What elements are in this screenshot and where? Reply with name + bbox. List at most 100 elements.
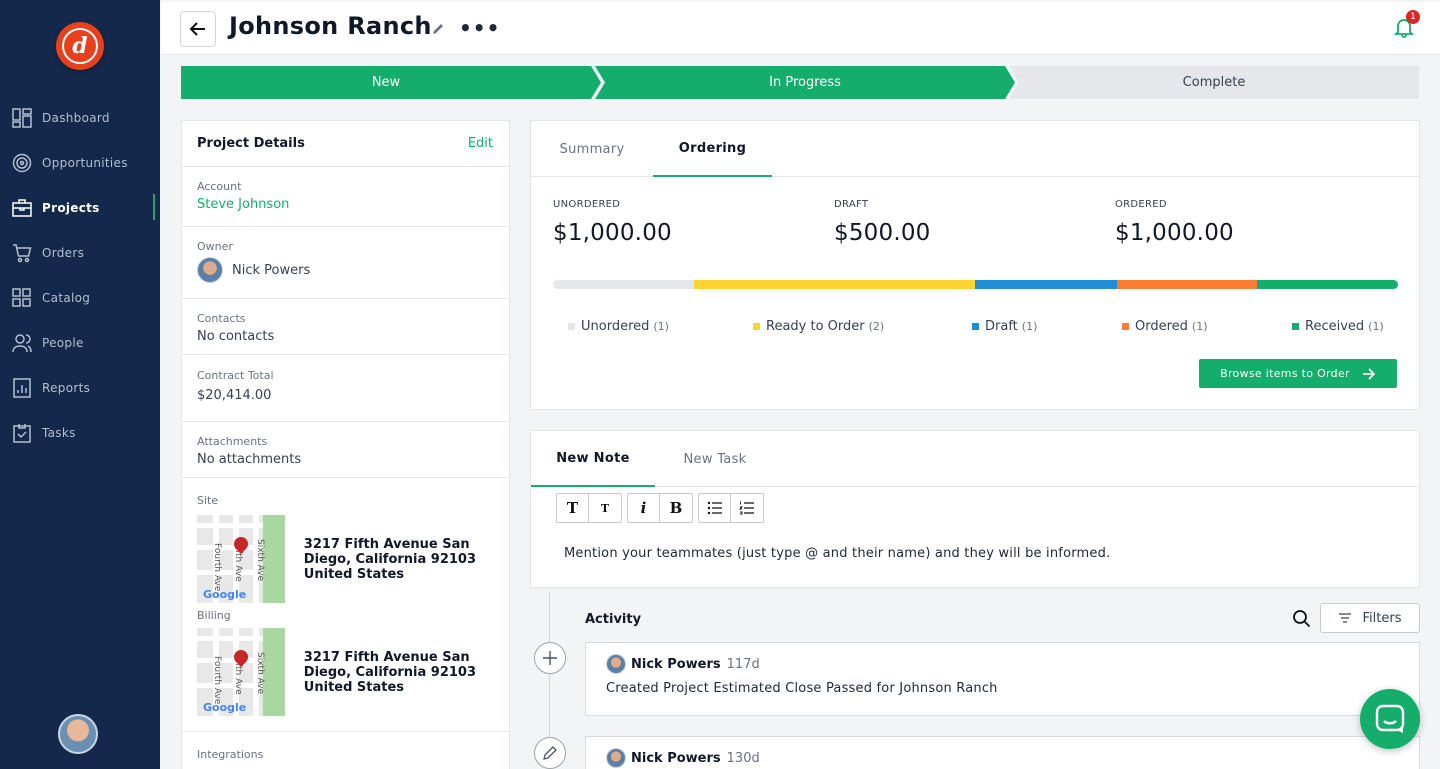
project-details-panel: Project Details Edit Account Steve Johns… bbox=[181, 120, 510, 769]
cart-icon bbox=[12, 243, 32, 263]
site-block: Site Fourth Ave Fifth Ave Sixth Ave Goog… bbox=[182, 478, 509, 716]
ordering-tabs: Summary Ordering bbox=[531, 121, 1419, 177]
sidebar-item-projects[interactable]: Projects bbox=[0, 185, 160, 230]
sidebar-item-label: Catalog bbox=[42, 290, 91, 305]
editor-toolbar: T T i B bbox=[556, 493, 769, 523]
activity-item[interactable]: Nick Powers 130d bbox=[585, 736, 1420, 769]
tab-new-task[interactable]: New Task bbox=[655, 431, 775, 487]
activity-author: Nick Powers 130d bbox=[606, 748, 760, 768]
stage-complete[interactable]: Complete bbox=[1009, 66, 1419, 99]
stage-new[interactable]: New bbox=[181, 66, 601, 99]
map-park bbox=[262, 628, 285, 716]
app-logo[interactable]: d bbox=[56, 22, 104, 70]
bar-segment-ordered bbox=[1116, 280, 1257, 289]
add-activity-button[interactable] bbox=[534, 642, 566, 674]
bullet-list-icon bbox=[707, 501, 722, 515]
tasks-icon bbox=[12, 423, 32, 443]
more-options-icon[interactable]: ••• bbox=[459, 16, 500, 40]
search-icon[interactable] bbox=[1292, 609, 1311, 632]
tab-new-note[interactable]: New Note bbox=[531, 431, 655, 487]
bold-button[interactable]: B bbox=[660, 494, 692, 522]
notification-badge: 1 bbox=[1406, 10, 1420, 24]
stage-progress: New In Progress Complete bbox=[181, 66, 1419, 99]
user-avatar[interactable] bbox=[58, 714, 98, 754]
sidebar-item-people[interactable]: People bbox=[0, 320, 160, 365]
pencil-icon[interactable] bbox=[431, 22, 445, 40]
map-street-label: Sixth Ave bbox=[255, 652, 265, 695]
heading-large-button[interactable]: T bbox=[557, 494, 589, 522]
legend-count: (1) bbox=[1368, 320, 1384, 333]
chat-icon bbox=[1375, 704, 1405, 733]
account-link[interactable]: Steve Johnson bbox=[197, 197, 494, 212]
sidebar-item-label: Dashboard bbox=[42, 110, 110, 125]
edit-details-link[interactable]: Edit bbox=[468, 136, 493, 151]
note-input[interactable]: Mention your teammates (just type @ and … bbox=[564, 546, 1110, 561]
sidebar-item-label: Reports bbox=[42, 380, 91, 395]
billing-address: 3217 Fifth Avenue San Diego, California … bbox=[303, 650, 477, 695]
contract-field: Contract Total $20,414.00 bbox=[182, 355, 509, 422]
chat-button[interactable] bbox=[1360, 689, 1420, 749]
sidebar-item-label: People bbox=[42, 335, 84, 350]
edit-activity-button[interactable] bbox=[534, 737, 566, 769]
legend-label: Draft bbox=[985, 319, 1018, 334]
filters-label: Filters bbox=[1362, 610, 1402, 626]
stat-label: UNORDERED bbox=[553, 199, 621, 210]
legend-label: Ready to Order bbox=[766, 319, 865, 334]
italic-button[interactable]: i bbox=[628, 494, 660, 522]
tab-ordering[interactable]: Ordering bbox=[653, 121, 772, 177]
owner-label: Owner bbox=[197, 240, 233, 253]
site-map[interactable]: Fourth Ave Fifth Ave Sixth Ave Google bbox=[197, 515, 285, 603]
browse-label: Browse items to Order bbox=[1220, 367, 1350, 380]
heading-small-button[interactable]: T bbox=[589, 494, 621, 522]
filters-button[interactable]: Filters bbox=[1320, 603, 1420, 633]
sidebar-item-tasks[interactable]: Tasks bbox=[0, 410, 160, 455]
sidebar-item-label: Projects bbox=[42, 200, 100, 215]
sidebar-item-reports[interactable]: Reports bbox=[0, 365, 160, 410]
owner-row: Nick Powers bbox=[197, 257, 494, 283]
stat-unordered: UNORDERED $1,000.00 bbox=[553, 199, 672, 246]
sidebar-nav: Dashboard Opportunities Projects Orders … bbox=[0, 95, 160, 455]
format-group: i B bbox=[627, 493, 693, 523]
sidebar-item-dashboard[interactable]: Dashboard bbox=[0, 95, 160, 140]
heading-group: T T bbox=[556, 493, 622, 523]
sidebar-item-catalog[interactable]: Catalog bbox=[0, 275, 160, 320]
numbered-list-icon bbox=[739, 501, 754, 515]
activity-message: Created Project Estimated Close Passed f… bbox=[606, 681, 998, 696]
stat-value: $1,000.00 bbox=[553, 220, 672, 246]
legend-label: Unordered bbox=[581, 319, 650, 334]
legend-dot bbox=[753, 323, 760, 330]
numbered-list-button[interactable] bbox=[731, 494, 763, 522]
grid-icon bbox=[12, 287, 32, 308]
sidebar-item-label: Tasks bbox=[42, 425, 76, 440]
details-header: Project Details Edit bbox=[182, 121, 509, 167]
stage-label: New bbox=[371, 75, 401, 90]
author-avatar bbox=[606, 748, 626, 768]
arrow-left-icon bbox=[189, 22, 205, 36]
tab-summary[interactable]: Summary bbox=[531, 121, 653, 177]
details-heading: Project Details bbox=[197, 136, 305, 151]
billing-map[interactable]: Fourth Ave Fifth Ave Sixth Ave Google bbox=[197, 628, 285, 716]
sidebar-item-opportunities[interactable]: Opportunities bbox=[0, 140, 160, 185]
sidebar-item-orders[interactable]: Orders bbox=[0, 230, 160, 275]
legend-unordered: Unordered (1) bbox=[568, 319, 669, 334]
contacts-value: No contacts bbox=[197, 329, 275, 344]
contract-value: $20,414.00 bbox=[197, 388, 272, 403]
stat-value: $500.00 bbox=[834, 220, 931, 246]
activity-item[interactable]: Nick Powers 117d Created Project Estimat… bbox=[585, 642, 1420, 716]
owner-field: Owner Nick Powers bbox=[182, 227, 509, 299]
stat-draft: DRAFT $500.00 bbox=[834, 199, 931, 246]
legend-label: Received bbox=[1305, 319, 1365, 334]
attachments-value: No attachments bbox=[197, 452, 302, 467]
bullet-list-button[interactable] bbox=[699, 494, 731, 522]
legend-label: Ordered bbox=[1135, 319, 1188, 334]
list-group bbox=[698, 493, 764, 523]
stage-label: In Progress bbox=[769, 75, 841, 90]
back-button[interactable] bbox=[180, 11, 216, 47]
bar-segment-ready-to-order bbox=[694, 280, 976, 289]
filter-icon bbox=[1338, 613, 1351, 623]
stage-in-progress[interactable]: In Progress bbox=[595, 66, 1015, 99]
top-bar: Johnson Ranch ••• 1 bbox=[161, 2, 1440, 55]
browse-items-button[interactable]: Browse items to Order bbox=[1199, 359, 1397, 388]
stat-value: $1,000.00 bbox=[1115, 220, 1234, 246]
logo-mark: d bbox=[62, 28, 98, 64]
